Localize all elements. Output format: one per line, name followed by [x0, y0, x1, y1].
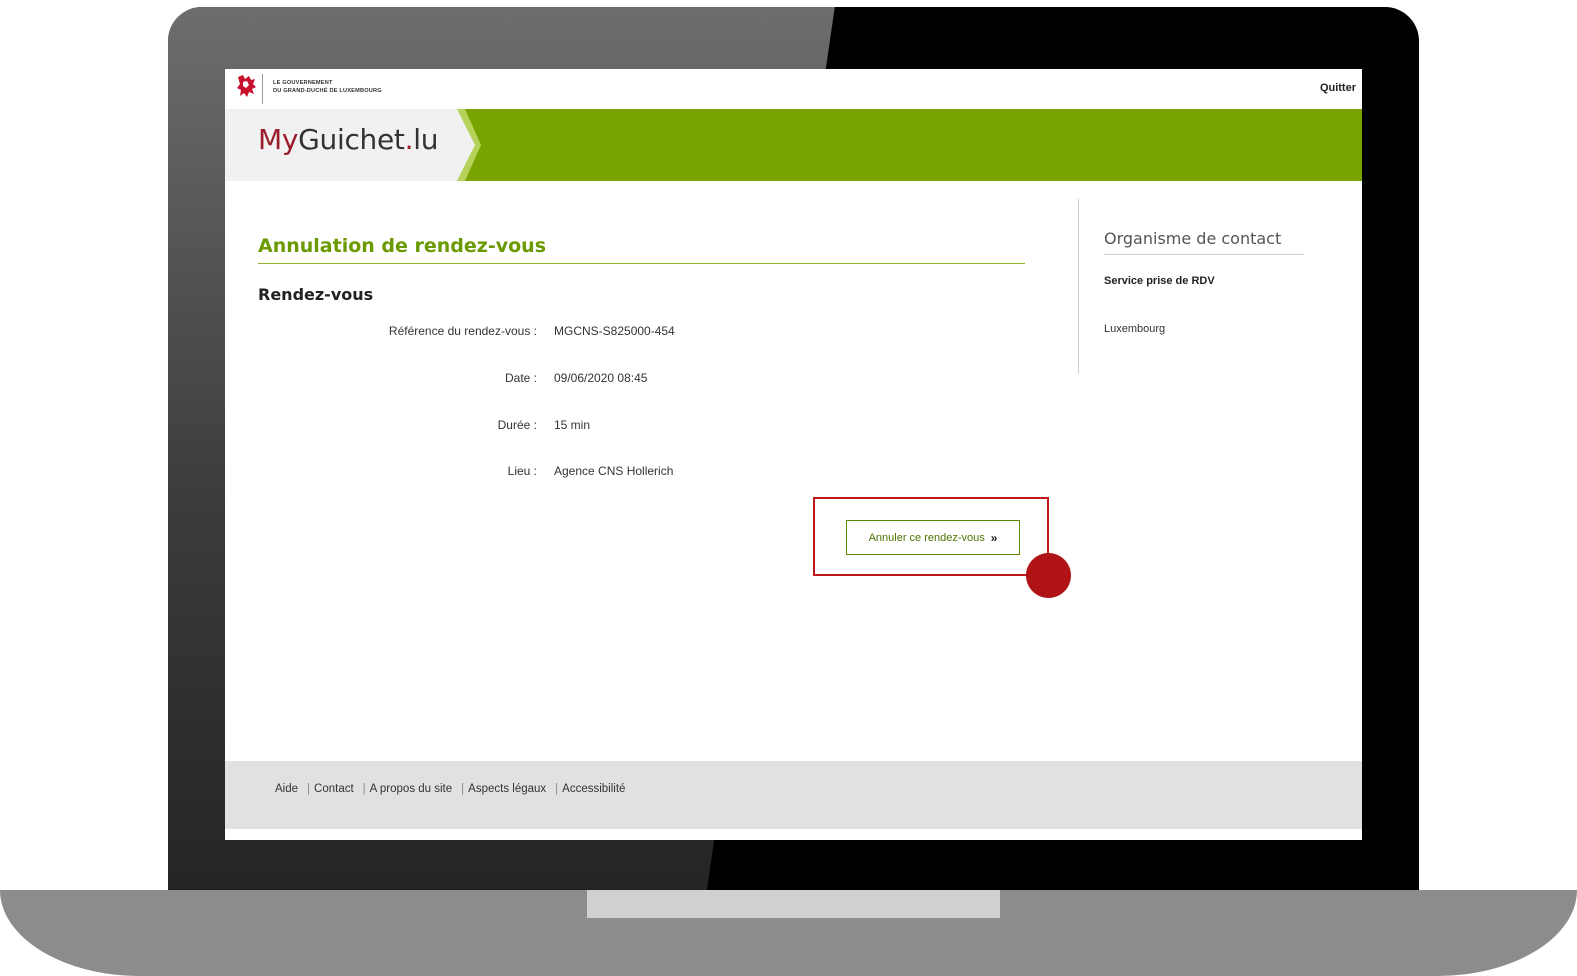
footer-link-legal[interactable]: Aspects légaux — [468, 783, 546, 795]
gov-topbar: LE GOUVERNEMENT DU GRAND-DUCHÉ DE LUXEMB… — [225, 69, 1362, 109]
brand-dot: . — [404, 123, 414, 156]
footer-separator: | — [307, 783, 311, 795]
cancel-appointment-button[interactable]: Annuler ce rendez-vous » — [846, 520, 1020, 555]
field-value: 15 min — [554, 418, 591, 432]
field-value: Agence CNS Hollerich — [554, 464, 674, 478]
brand-my: My — [258, 123, 299, 156]
laptop-base-notch — [587, 890, 1000, 918]
field-label: Lieu : — [507, 464, 537, 478]
header-banner: MyGuichet.lu — [225, 109, 1362, 181]
footer-link-aide[interactable]: Aide — [275, 783, 298, 795]
field-label: Référence du rendez-vous : — [388, 324, 537, 338]
contact-org: Service prise de RDV — [1104, 275, 1215, 287]
double-chevron-right-icon: » — [990, 530, 998, 545]
click-indicator-dot — [1026, 553, 1071, 598]
sidebar-title: Organisme de contact — [1104, 229, 1304, 255]
page-title: Annulation de rendez-vous — [258, 235, 1025, 264]
footer-link-about[interactable]: A propos du site — [370, 783, 452, 795]
footer-separator: | — [461, 783, 465, 795]
gov-divider — [262, 74, 263, 104]
brand-guichet: Guichet — [298, 123, 405, 156]
gov-name-line1: LE GOUVERNEMENT — [273, 80, 333, 86]
lion-crest-icon — [237, 75, 256, 97]
footer-link-accessibility[interactable]: Accessibilité — [562, 783, 625, 795]
section-title: Rendez-vous — [258, 285, 374, 304]
gov-name: LE GOUVERNEMENT DU GRAND-DUCHÉ DE LUXEMB… — [273, 79, 382, 95]
gov-name-line2: DU GRAND-DUCHÉ DE LUXEMBOURG — [273, 88, 382, 94]
footer-separator: | — [362, 783, 366, 795]
browser-screen: LE GOUVERNEMENT DU GRAND-DUCHÉ DE LUXEMB… — [225, 69, 1362, 840]
footer-link-contact[interactable]: Contact — [314, 783, 354, 795]
quit-link[interactable]: Quitter — [1320, 82, 1356, 94]
field-value: 09/06/2020 08:45 — [554, 371, 648, 385]
field-label: Date : — [504, 371, 537, 385]
contact-city: Luxembourg — [1104, 323, 1166, 335]
cancel-button-label: Annuler ce rendez-vous — [868, 531, 985, 544]
footer: Aide | Contact | A propos du site | Aspe… — [225, 761, 1362, 829]
contact-sidebar: Organisme de contact Service prise de RD… — [1104, 229, 1304, 335]
brand-lu: lu — [413, 123, 439, 156]
field-value: MGCNS-S825000-454 — [554, 324, 675, 338]
field-label: Durée : — [497, 418, 537, 432]
sidebar-divider — [1078, 199, 1079, 374]
footer-separator: | — [555, 783, 559, 795]
brand-logo[interactable]: MyGuichet.lu — [258, 123, 438, 156]
footer-links: Aide | Contact | A propos du site | Aspe… — [275, 783, 625, 795]
